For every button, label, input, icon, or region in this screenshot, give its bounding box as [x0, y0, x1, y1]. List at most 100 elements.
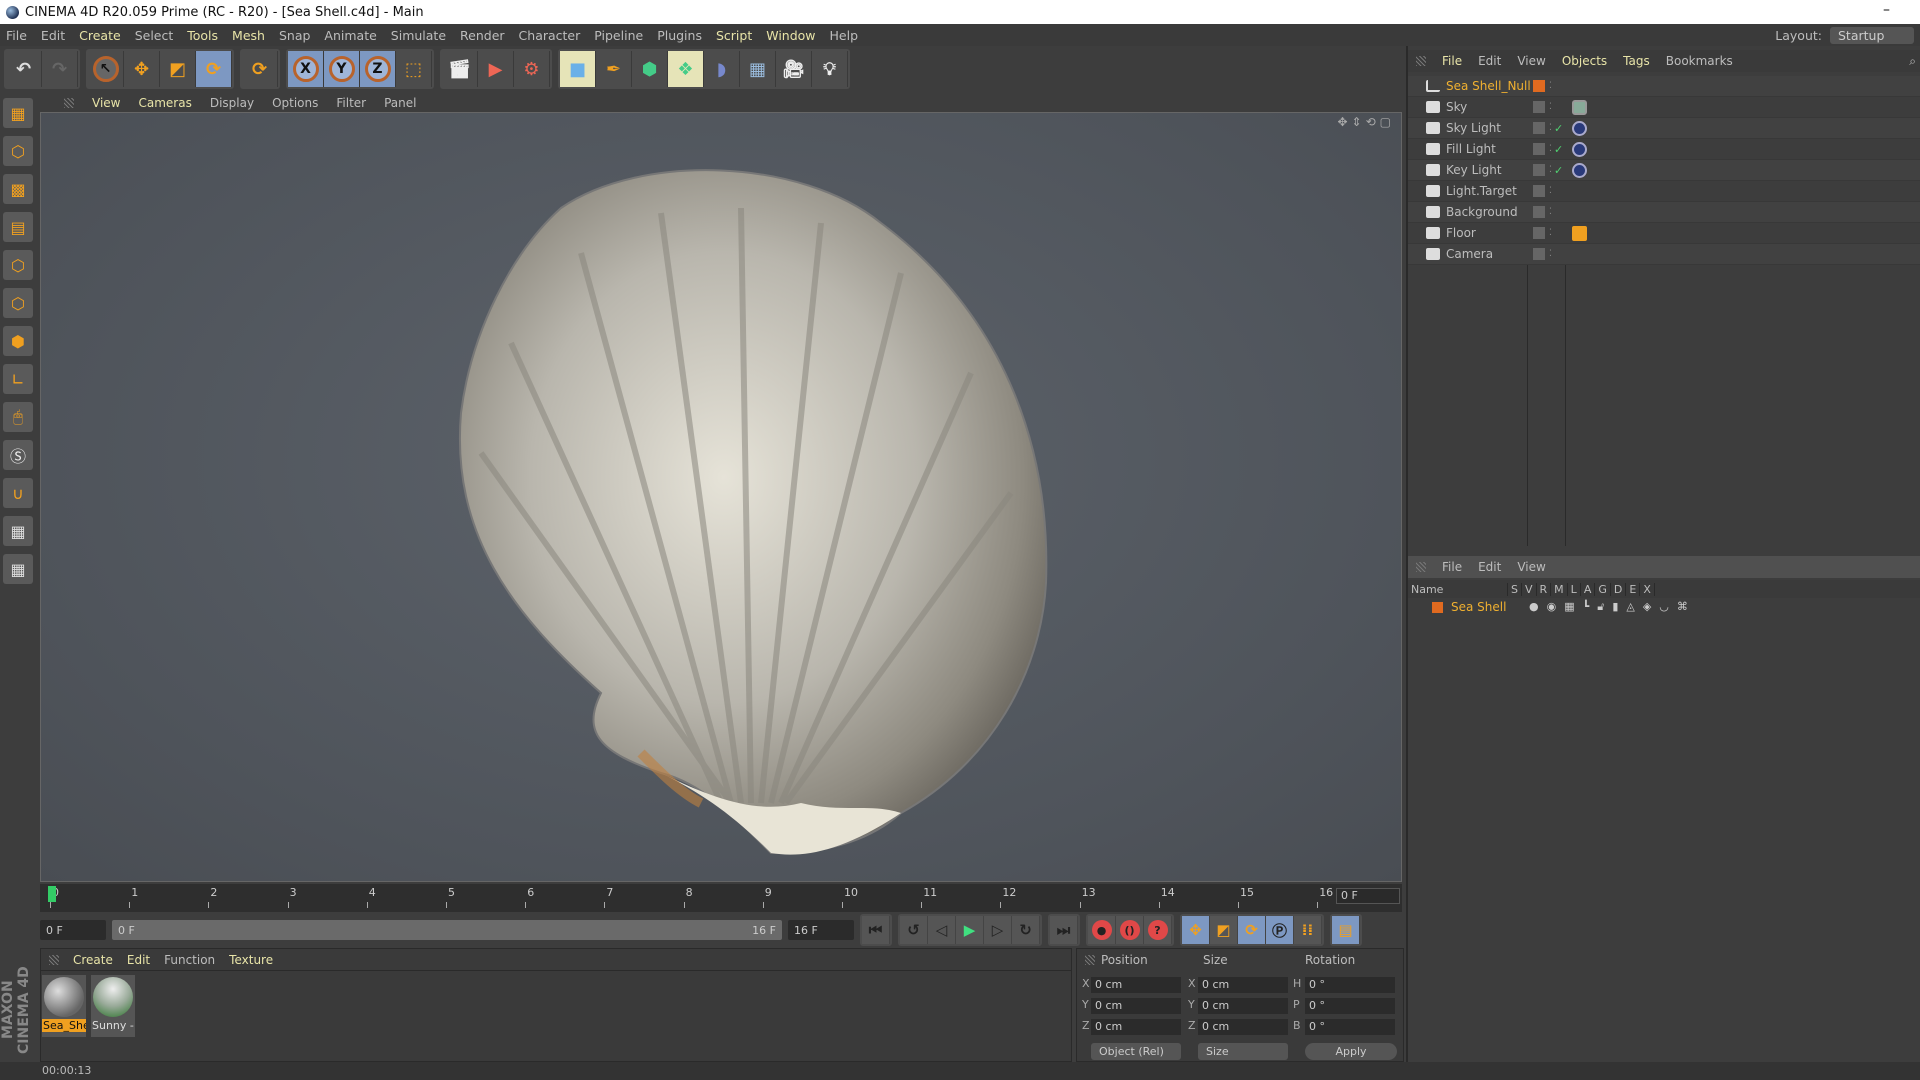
object-name[interactable]: Light.Target — [1446, 184, 1517, 198]
y-axis-lock-icon[interactable]: Y — [324, 51, 360, 87]
layer-color-icon[interactable] — [1533, 80, 1545, 92]
object-name[interactable]: Floor — [1446, 226, 1476, 240]
coordinate-system-icon[interactable]: ⬚ — [396, 51, 432, 87]
playhead[interactable] — [48, 886, 56, 902]
material-swatch[interactable]: Sunny - — [91, 975, 135, 1037]
workplane-icon[interactable]: ▤ — [3, 212, 33, 242]
col-expressions[interactable]: E — [1626, 582, 1641, 596]
col-name[interactable]: Name — [1408, 582, 1508, 596]
play-icon[interactable]: ▶ — [956, 916, 984, 944]
visibility-dots-icon[interactable]: ⁚ — [1549, 207, 1552, 217]
subdivision-surface-icon[interactable]: ⬢ — [632, 51, 668, 87]
timeline-ruler[interactable]: 0123456789101112131415160 F — [40, 884, 1402, 912]
layer-color-icon[interactable] — [1533, 143, 1545, 155]
menu-render[interactable]: Render — [460, 28, 505, 43]
visibility-dots-icon[interactable]: ⁚ — [1549, 228, 1552, 238]
viewport-menu-cameras[interactable]: Cameras — [138, 96, 191, 110]
object-name[interactable]: Key Light — [1446, 163, 1502, 177]
render-picture-viewer-icon[interactable]: ▶ — [478, 51, 514, 87]
size-z-field[interactable]: 0 cm — [1198, 1019, 1288, 1035]
lm-menu-file[interactable]: File — [1442, 560, 1462, 574]
frame-display-field[interactable]: 0 F — [1336, 888, 1400, 904]
enabled-check-icon[interactable]: ✓ — [1554, 164, 1563, 177]
col-generators[interactable]: G — [1595, 582, 1611, 596]
om-menu-edit[interactable]: Edit — [1478, 54, 1501, 68]
visibility-dots-icon[interactable]: ⁚ — [1549, 249, 1552, 259]
tweak-mode-icon[interactable]: 🖱︎ — [3, 402, 33, 432]
record-position-icon[interactable]: ✥ — [1182, 916, 1210, 944]
3d-viewport[interactable]: ✥⇕⟲▢ — [40, 112, 1402, 882]
layer-row[interactable]: Sea Shell ●◉▦┗🔓︎▮◬◈◡⌘ — [1408, 598, 1920, 616]
object-row[interactable]: Light.Target ⁚ — [1408, 181, 1920, 202]
timeline-window-icon[interactable]: ▤ — [1332, 916, 1360, 944]
object-name[interactable]: Camera — [1446, 247, 1493, 261]
lm-menu-edit[interactable]: Edit — [1478, 560, 1501, 574]
autokey-icon[interactable]: () — [1116, 916, 1144, 944]
target-tag-icon[interactable] — [1572, 141, 1587, 157]
target-tag-icon[interactable] — [1572, 120, 1587, 136]
menu-file[interactable]: File — [6, 28, 27, 43]
size-y-field[interactable]: 0 cm — [1198, 998, 1288, 1014]
col-xref[interactable]: X — [1640, 582, 1655, 596]
layer-color-icon[interactable] — [1533, 248, 1545, 260]
undo-icon[interactable]: ↶ — [6, 51, 42, 87]
visibility-dots-icon[interactable]: ⁚ — [1549, 102, 1552, 112]
minimize-button[interactable]: – — [1883, 2, 1890, 18]
object-row[interactable]: Background ⁚ — [1408, 202, 1920, 223]
viewport-menu-panel[interactable]: Panel — [384, 96, 416, 110]
col-locked[interactable]: L — [1568, 582, 1581, 596]
enabled-check-icon[interactable]: ✓ — [1554, 143, 1563, 156]
panel-grip-icon[interactable] — [1416, 56, 1426, 66]
material-menu-texture[interactable]: Texture — [229, 953, 273, 967]
layer-color-icon[interactable] — [1533, 122, 1545, 134]
sky-material-tag-icon[interactable] — [1572, 99, 1587, 115]
previous-key-icon[interactable]: ↺ — [900, 916, 928, 944]
scale-tool-icon[interactable]: ◩ — [160, 51, 196, 87]
visibility-dots-icon[interactable]: ⁚ — [1549, 123, 1552, 133]
om-menu-view[interactable]: View — [1517, 54, 1545, 68]
object-name[interactable]: Background — [1446, 205, 1518, 219]
viewport-menu-filter[interactable]: Filter — [336, 96, 366, 110]
col-visible[interactable]: V — [1522, 582, 1537, 596]
x-axis-lock-icon[interactable]: X — [288, 51, 324, 87]
object-row[interactable]: Sea Shell_Null ⁚ — [1408, 76, 1920, 97]
col-deformers[interactable]: D — [1611, 582, 1627, 596]
render-tag-icon[interactable] — [1572, 225, 1587, 241]
size-x-field[interactable]: 0 cm — [1198, 977, 1288, 993]
previous-frame-icon[interactable]: ◁ — [928, 916, 956, 944]
menu-simulate[interactable]: Simulate — [391, 28, 446, 43]
rotation-p-field[interactable]: 0 ° — [1305, 998, 1395, 1014]
go-to-end-icon[interactable]: ⏭ — [1050, 916, 1078, 944]
col-animation[interactable]: A — [1581, 582, 1596, 596]
layer-color-swatch[interactable] — [1432, 601, 1443, 613]
menu-animate[interactable]: Animate — [324, 28, 376, 43]
layer-color-icon[interactable] — [1533, 185, 1545, 197]
menu-help[interactable]: Help — [830, 28, 859, 43]
object-row[interactable]: Fill Light ⁚ ✓ — [1408, 139, 1920, 160]
menu-pipeline[interactable]: Pipeline — [594, 28, 643, 43]
texture-mode-icon[interactable]: ▩ — [3, 174, 33, 204]
rotation-b-field[interactable]: 0 ° — [1305, 1019, 1395, 1035]
visibility-dots-icon[interactable]: ⁚ — [1549, 81, 1552, 91]
menu-edit[interactable]: Edit — [41, 28, 65, 43]
redo-icon[interactable]: ↷ — [42, 51, 78, 87]
layer-name[interactable]: Sea Shell — [1451, 600, 1521, 614]
visibility-dots-icon[interactable]: ⁚ — [1549, 144, 1552, 154]
material-swatch[interactable]: Sea_She — [42, 975, 86, 1037]
model-mode-icon[interactable]: ⬡ — [3, 136, 33, 166]
object-name[interactable]: Sea Shell_Null — [1446, 79, 1531, 93]
om-menu-bookmarks[interactable]: Bookmarks — [1666, 54, 1733, 68]
light-icon[interactable]: 💡︎ — [812, 51, 848, 87]
col-solo[interactable]: S — [1508, 582, 1522, 596]
size-mode-dropdown[interactable]: Size — [1198, 1043, 1288, 1060]
menu-character[interactable]: Character — [519, 28, 581, 43]
workplane-lock-icon[interactable]: ▦ — [3, 516, 33, 546]
layer-color-icon[interactable] — [1533, 206, 1545, 218]
floor-scene-icon[interactable]: ▦ — [740, 51, 776, 87]
visibility-dots-icon[interactable]: ⁚ — [1549, 165, 1552, 175]
object-row[interactable]: Sky ⁚ — [1408, 97, 1920, 118]
cube-primitive-icon[interactable]: ■ — [560, 51, 596, 87]
visibility-dots-icon[interactable]: ⁚ — [1549, 186, 1552, 196]
rotate-tool-icon[interactable]: ⟳ — [196, 51, 232, 87]
position-z-field[interactable]: 0 cm — [1091, 1019, 1181, 1035]
